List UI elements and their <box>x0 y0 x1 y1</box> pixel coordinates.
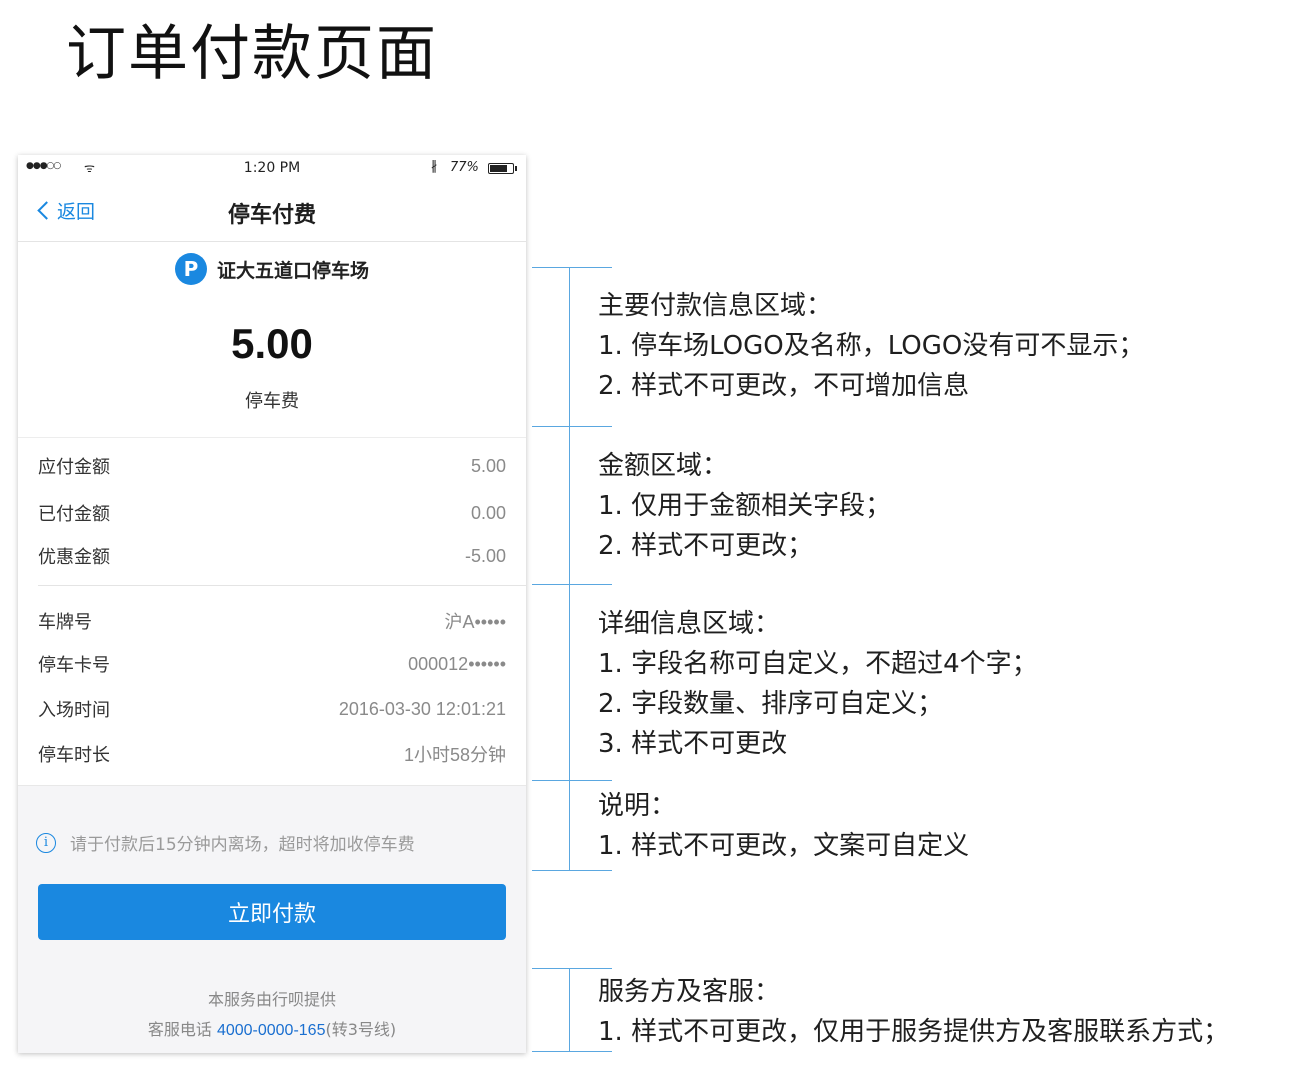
fee-value: 5.00 <box>470 455 506 476</box>
fee-row: 应付金额 5.00 <box>38 452 506 480</box>
annotation-line: 1. 停车场LOGO及名称，LOGO没有可不显示； <box>598 331 1145 361</box>
battery-icon <box>488 163 517 174</box>
bracket-line <box>532 968 612 969</box>
detail-label: 入场时间 <box>38 700 110 721</box>
detail-row: 停车卡号 000012•••••• <box>38 650 506 678</box>
fee-value: -5.00 <box>464 545 506 566</box>
bracket-line <box>532 584 612 585</box>
bracket-line <box>532 780 612 781</box>
nav-title: 停车付费 <box>227 203 316 228</box>
annotation-amount: 金额区域： 1. 仅用于金额相关字段； 2. 样式不可更改； <box>598 446 891 566</box>
annotation-line: 2. 字段数量、排序可自定义； <box>598 689 944 719</box>
detail-row: 入场时间 2016-03-30 12:01:21 <box>38 695 506 723</box>
bracket-line <box>532 267 612 268</box>
battery-percent: 77% <box>450 160 479 175</box>
fee-row: 已付金额 0.00 <box>38 499 506 527</box>
parking-lot-header: P 证大五道口停车场 <box>18 253 526 285</box>
annotation-heading: 说明： <box>598 791 677 821</box>
annotation-details: 详细信息区域： 1. 字段名称可自定义，不超过4个字； 2. 字段数量、排序可自… <box>598 604 1038 764</box>
annotation-line: 1. 样式不可更改，文案可自定义 <box>598 831 970 861</box>
divider <box>38 585 526 586</box>
page-title: 订单付款页面 <box>66 19 438 89</box>
detail-row: 车牌号 沪A••••• <box>38 607 506 635</box>
payment-amount-label: 停车费 <box>245 391 299 412</box>
annotation-heading: 服务方及客服： <box>598 977 781 1007</box>
detail-value: 2016-03-30 12:01:21 <box>338 698 506 719</box>
fee-label: 已付金额 <box>38 504 110 525</box>
bracket-line <box>569 584 570 780</box>
nav-bar: 返回 停车付费 <box>18 183 526 242</box>
fee-value: 0.00 <box>470 502 506 523</box>
notice-text: 请于付款后15分钟内离场，超时将加收停车费 <box>70 835 415 855</box>
annotation-heading: 详细信息区域： <box>598 609 781 639</box>
detail-row: 停车时长 1小时58分钟 <box>38 740 506 768</box>
detail-value: 沪A••••• <box>444 612 506 632</box>
detail-value: 1小时58分钟 <box>403 745 506 765</box>
hotline-prefix: 客服电话 <box>147 1020 217 1039</box>
divider <box>18 437 526 438</box>
payment-amount: 5.00 <box>231 320 313 367</box>
parking-logo-icon: P <box>174 253 207 285</box>
bracket-line <box>532 426 612 427</box>
annotation-line: 1. 字段名称可自定义，不超过4个字； <box>598 649 1038 679</box>
annotation-line: 3. 样式不可更改 <box>598 729 788 759</box>
fee-label: 优惠金额 <box>38 547 110 568</box>
annotation-line: 1. 样式不可更改，仅用于服务提供方及客服联系方式； <box>598 1017 1230 1047</box>
bracket-line <box>569 426 570 584</box>
annotation-provider: 服务方及客服： 1. 样式不可更改，仅用于服务提供方及客服联系方式； <box>598 972 1229 1052</box>
service-provider-text: 本服务由行呗提供 <box>207 990 336 1009</box>
detail-value: 000012•••••• <box>408 653 506 674</box>
annotation-line: 2. 样式不可更改，不可增加信息 <box>598 371 970 401</box>
hotline-number-link[interactable]: 4000-0000-165 <box>217 1022 326 1039</box>
annotation-heading: 金额区域： <box>598 451 729 481</box>
annotation-line: 1. 仅用于金额相关字段； <box>598 491 892 521</box>
annotation-notice: 说明： 1. 样式不可更改，文案可自定义 <box>598 786 969 866</box>
bracket-line <box>569 267 570 427</box>
notice: i 请于付款后15分钟内离场，超时将加收停车费 <box>36 830 415 855</box>
bracket-line <box>569 780 570 870</box>
bluetooth-icon: ∦ <box>431 159 438 174</box>
parking-lot-name: 证大五道口停车场 <box>216 259 369 282</box>
phone-mockup: ●●●○○ ᯤ 1:20 PM ∦ 77% 返回 停车付费 P 证大五道口停车场… <box>18 155 526 1053</box>
detail-label: 停车时长 <box>38 745 110 766</box>
bracket-line <box>569 968 570 1052</box>
status-bar: ●●●○○ ᯤ 1:20 PM ∦ 77% <box>18 155 526 183</box>
annotation-main-info: 主要付款信息区域： 1. 停车场LOGO及名称，LOGO没有可不显示； 2. 样… <box>598 286 1144 406</box>
detail-label: 停车卡号 <box>38 655 110 676</box>
customer-service-hotline: 客服电话 4000-0000-165(转3号线) <box>18 1016 526 1040</box>
annotation-line: 2. 样式不可更改； <box>598 531 814 561</box>
bracket-line <box>532 870 612 871</box>
info-icon: i <box>36 832 56 853</box>
fee-row: 优惠金额 -5.00 <box>38 542 506 570</box>
fee-label: 应付金额 <box>38 457 110 478</box>
detail-label: 车牌号 <box>38 612 92 633</box>
annotation-heading: 主要付款信息区域： <box>598 291 833 321</box>
pay-now-button[interactable]: 立即付款 <box>38 884 506 940</box>
footer-area: i 请于付款后15分钟内离场，超时将加收停车费 立即付款 本服务由行呗提供 客服… <box>18 785 526 1053</box>
hotline-suffix: (转3号线) <box>325 1020 397 1039</box>
